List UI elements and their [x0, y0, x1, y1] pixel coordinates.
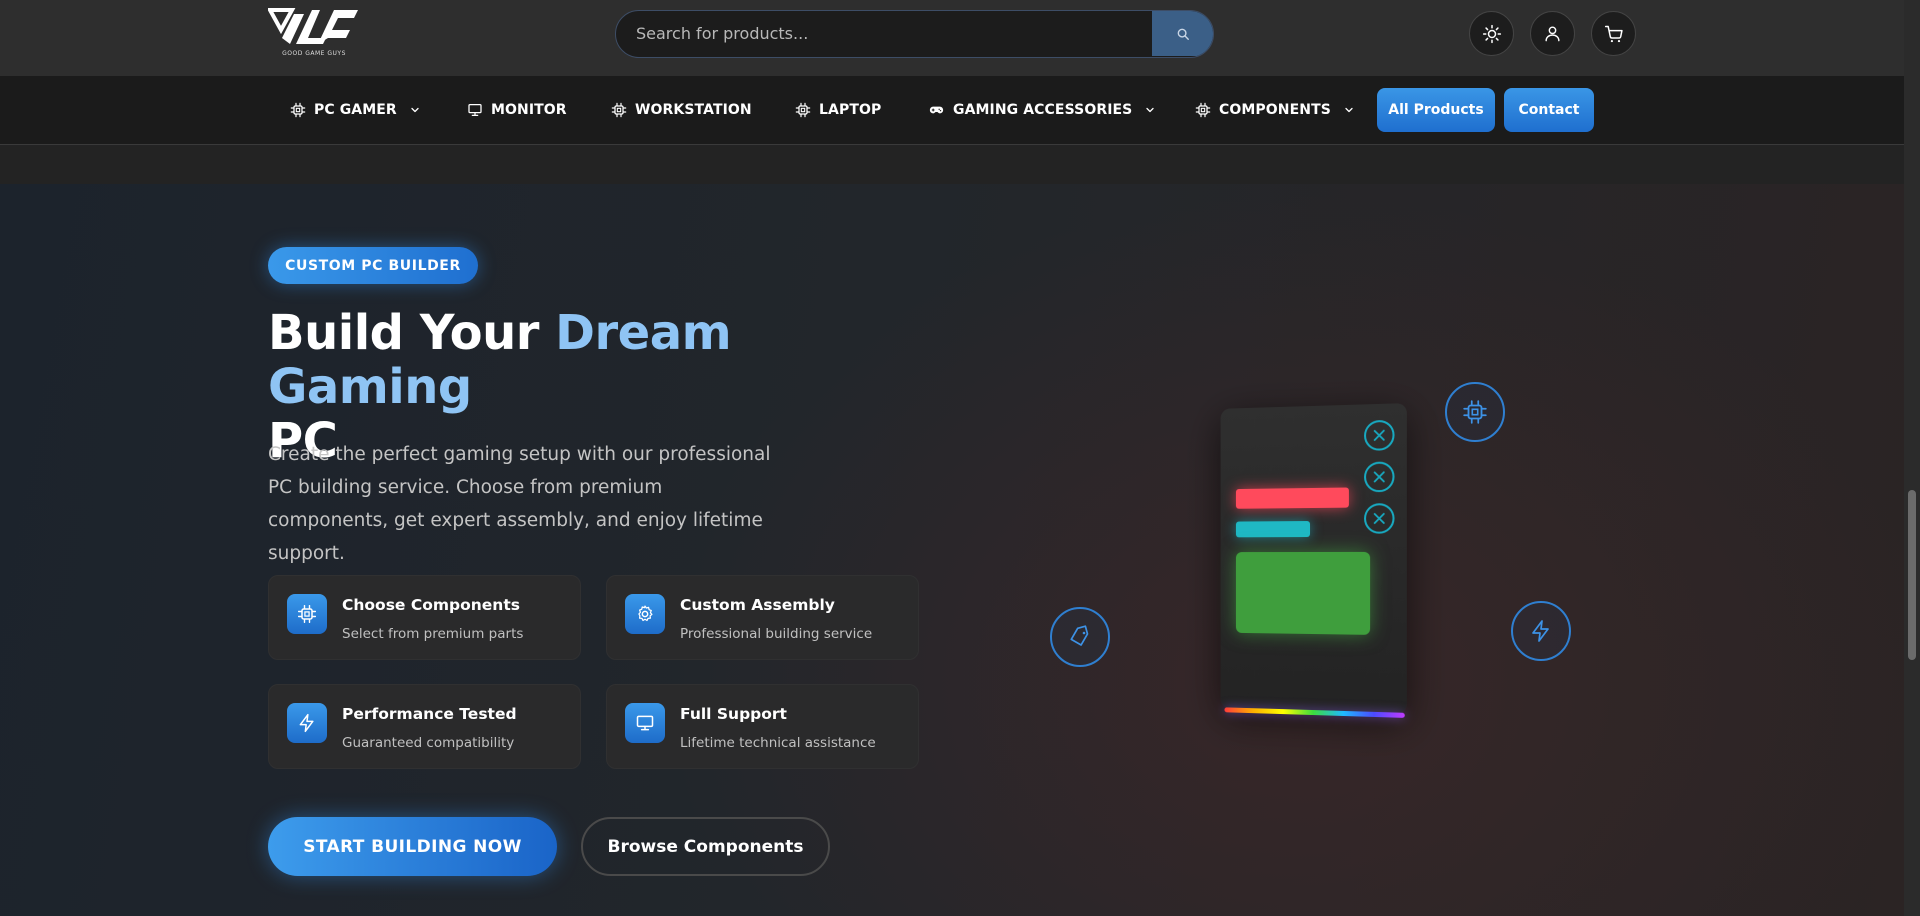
feature-icon-box [625, 594, 665, 634]
feature-title: Choose Components [342, 596, 520, 614]
floating-lightning-orb [1511, 601, 1571, 661]
search-bar [615, 10, 1214, 58]
pc-case-illustration [1220, 403, 1407, 718]
pc-ram-stick [1235, 487, 1349, 509]
search-icon [1177, 28, 1189, 40]
chip-icon [297, 604, 317, 624]
hero-title-part1: Build Your [268, 305, 556, 361]
fan-icon [1364, 503, 1395, 534]
sun-icon [1482, 24, 1501, 43]
monitor-icon [468, 104, 482, 116]
pc-ram-stick [1235, 521, 1311, 538]
hero-badge: CUSTOM PC BUILDER [268, 247, 478, 284]
top-header: GOOD GAME GUYS [0, 0, 1904, 76]
account-button[interactable] [1530, 11, 1575, 56]
nav-item-laptop[interactable]: LAPTOP [795, 76, 881, 144]
monitor-icon [636, 715, 654, 731]
section-spacer [0, 146, 1904, 184]
feature-title: Performance Tested [342, 705, 517, 723]
feature-card-choose-components: Choose Components Select from premium pa… [268, 575, 581, 660]
feature-title: Custom Assembly [680, 596, 835, 614]
feature-subtitle: Guaranteed compatibility [342, 735, 515, 751]
hero-description: Create the perfect gaming setup with our… [268, 444, 771, 564]
feature-icon-box [625, 703, 665, 743]
floating-chip-orb [1445, 382, 1505, 442]
nav-label: LAPTOP [819, 102, 882, 118]
page-scrollbar[interactable] [1904, 0, 1920, 916]
feature-card-performance-tested: Performance Tested Guaranteed compatibil… [268, 684, 581, 769]
chip-icon [1195, 102, 1211, 118]
nav-item-workstation[interactable]: WORKSTATION [611, 76, 752, 144]
pc-rgb-strip [1224, 707, 1405, 718]
contact-button[interactable]: Contact [1504, 88, 1594, 132]
logo-text: GOOD GAME GUYS [282, 50, 346, 57]
gamepad-icon [929, 106, 944, 114]
logo[interactable]: GOOD GAME GUYS [268, 8, 360, 60]
fan-icon [1364, 461, 1395, 493]
theme-toggle-button[interactable] [1469, 11, 1514, 56]
feature-icon-box [287, 703, 327, 743]
feature-subtitle: Professional building service [680, 626, 873, 642]
hero-section: CUSTOM PC BUILDER Build Your Dream Gamin… [0, 184, 1904, 916]
cart-button[interactable] [1591, 11, 1636, 56]
main-navigation: PC GAMER MONITOR WORKSTATION LAPTOP GAMI… [0, 76, 1904, 145]
browse-components-button[interactable]: Browse Components [581, 817, 830, 876]
lightning-icon [299, 713, 314, 733]
chip-icon [611, 102, 627, 118]
feature-subtitle: Select from premium parts [342, 626, 524, 642]
all-products-button[interactable]: All Products [1377, 88, 1495, 132]
feature-card-custom-assembly: Custom Assembly Professional building se… [606, 575, 919, 660]
chip-icon [290, 102, 306, 118]
chevron-down-icon [411, 107, 419, 113]
nav-label: MONITOR [491, 102, 567, 118]
scrollbar-thumb[interactable] [1908, 490, 1916, 660]
start-building-button[interactable]: START BUILDING NOW [268, 817, 557, 876]
nav-item-monitor[interactable]: MONITOR [467, 76, 567, 144]
chip-icon [1463, 400, 1487, 424]
feature-subtitle: Lifetime technical assistance [680, 735, 876, 751]
search-input[interactable] [616, 11, 1152, 56]
chevron-down-icon [1345, 107, 1353, 113]
fan-icon [1364, 419, 1395, 451]
gear-icon [638, 605, 653, 622]
nav-item-gaming-accessories[interactable]: GAMING ACCESSORIES [928, 76, 1156, 144]
nav-item-components[interactable]: COMPONENTS [1195, 76, 1355, 144]
pc-motherboard [1235, 551, 1371, 635]
cart-icon [1604, 25, 1623, 42]
feature-title: Full Support [680, 705, 787, 723]
nav-label: COMPONENTS [1219, 102, 1331, 118]
chevron-down-icon [1146, 107, 1155, 113]
tag-icon [1070, 625, 1089, 646]
lightning-icon [1532, 620, 1549, 642]
search-button[interactable] [1152, 11, 1213, 56]
chip-icon [795, 102, 811, 118]
logo-mark-icon [268, 8, 358, 44]
feature-icon-box [287, 594, 327, 634]
floating-tag-orb [1050, 607, 1110, 667]
feature-card-full-support: Full Support Lifetime technical assistan… [606, 684, 919, 769]
user-icon [1545, 26, 1560, 42]
nav-item-pc-gamer[interactable]: PC GAMER [290, 76, 421, 144]
nav-label: PC GAMER [314, 102, 397, 118]
nav-label: WORKSTATION [635, 102, 752, 118]
nav-label: GAMING ACCESSORIES [953, 102, 1133, 118]
